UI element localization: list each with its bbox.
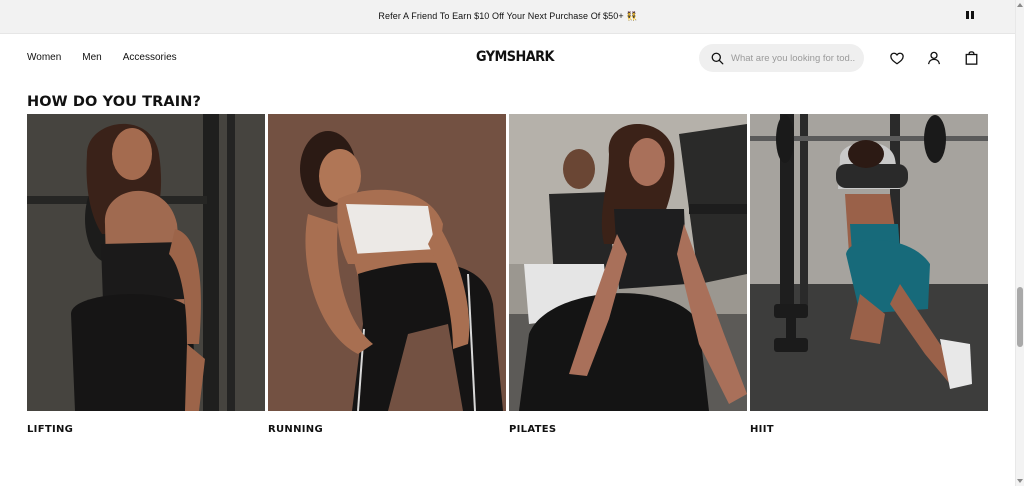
section-title: HOW DO YOU TRAIN? bbox=[27, 94, 201, 110]
card-label-hiit[interactable]: HIIT bbox=[750, 424, 988, 435]
running-image[interactable] bbox=[268, 114, 506, 411]
card-lifting[interactable]: LIFTING bbox=[27, 114, 265, 435]
page-scrollbar[interactable] bbox=[1015, 0, 1024, 486]
announcement-bar: Refer A Friend To Earn $10 Off Your Next… bbox=[0, 0, 1016, 34]
card-running[interactable]: RUNNING bbox=[268, 114, 506, 435]
lifting-image[interactable] bbox=[27, 114, 265, 411]
training-cards: LIFTING RUNNING PILATES HIIT bbox=[27, 114, 988, 435]
scroll-up-icon[interactable] bbox=[1017, 3, 1023, 7]
main-nav: Women Men Accessories bbox=[27, 52, 177, 63]
card-hiit[interactable]: HIIT bbox=[750, 114, 988, 435]
search-bar[interactable] bbox=[699, 44, 864, 72]
pause-button[interactable] bbox=[966, 11, 976, 22]
pause-icon-bar-left bbox=[966, 11, 969, 19]
scroll-thumb[interactable] bbox=[1017, 287, 1023, 347]
card-label-running[interactable]: RUNNING bbox=[268, 424, 506, 435]
scroll-down-icon[interactable] bbox=[1017, 479, 1023, 483]
nav-women[interactable]: Women bbox=[27, 52, 61, 63]
pilates-image[interactable] bbox=[509, 114, 747, 411]
bag-icon[interactable] bbox=[963, 50, 979, 66]
nav-men[interactable]: Men bbox=[82, 52, 101, 63]
search-input[interactable] bbox=[729, 51, 858, 65]
card-label-pilates[interactable]: PILATES bbox=[509, 424, 747, 435]
page: Refer A Friend To Earn $10 Off Your Next… bbox=[0, 0, 1024, 486]
search-icon[interactable] bbox=[709, 50, 725, 66]
pause-icon-bar-right bbox=[971, 11, 974, 19]
card-pilates[interactable]: PILATES bbox=[509, 114, 747, 435]
account-icon[interactable] bbox=[926, 50, 942, 66]
heart-icon[interactable] bbox=[889, 50, 905, 66]
hiit-image[interactable] bbox=[750, 114, 988, 411]
gymshark-logo[interactable]: GYMSHARK bbox=[476, 49, 554, 65]
announcement-text[interactable]: Refer A Friend To Earn $10 Off Your Next… bbox=[378, 11, 637, 22]
card-label-lifting[interactable]: LIFTING bbox=[27, 424, 265, 435]
site-header: Women Men Accessories GYMSHARK bbox=[0, 34, 1016, 84]
nav-accessories[interactable]: Accessories bbox=[123, 52, 177, 63]
